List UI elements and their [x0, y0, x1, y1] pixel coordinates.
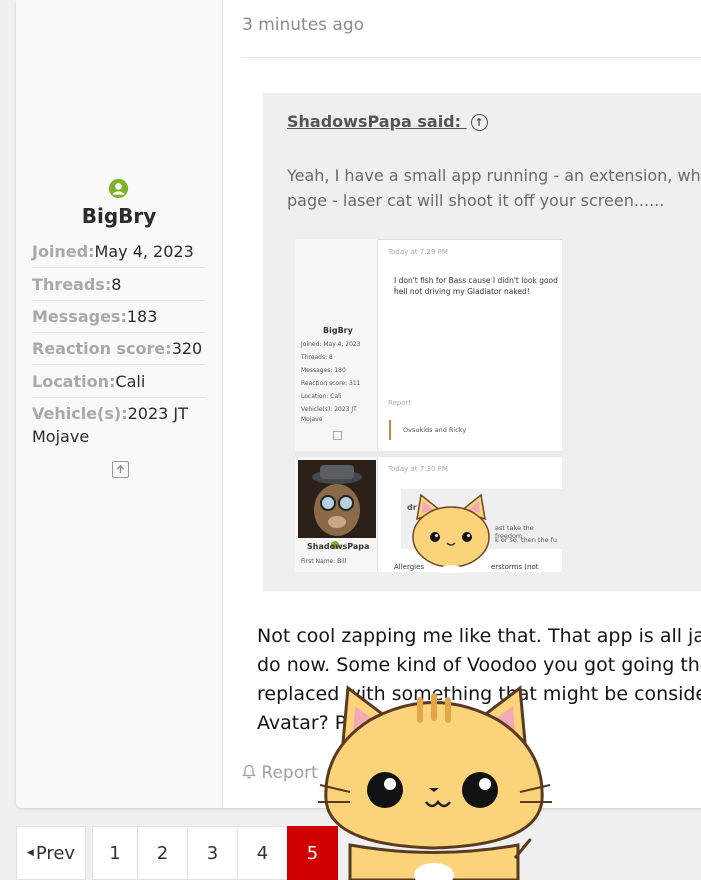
share-icon — [333, 431, 342, 440]
embed-msg: hell not driving my Gladiator naked! — [394, 287, 530, 296]
post-line: do now. Some kind of Voodoo you got goin… — [257, 654, 701, 676]
embed-username: ShadowsPapa — [307, 542, 370, 551]
post-line: Not cool zapping me like that. That app … — [257, 625, 701, 647]
stat-value: 320 — [171, 339, 203, 358]
stat-location: Location:Cali — [32, 370, 206, 398]
user-circle-icon — [108, 178, 129, 199]
bell-icon — [242, 764, 256, 779]
stat-label: Joined: — [32, 242, 95, 261]
prev-label: Prev — [35, 842, 76, 864]
embed-reactions: Ovsukids and Ricky — [389, 420, 562, 440]
stat-value: 8 — [111, 275, 122, 294]
avatar-image — [298, 460, 376, 538]
embed-time: Today at 7:30 PM — [388, 465, 448, 473]
caret-left-icon: ◀ — [26, 848, 34, 858]
quote-author-label: ShadowsPapa said: — [287, 112, 462, 131]
embed-time: Today at 7:29 PM — [388, 248, 448, 256]
stat-value: May 4, 2023 — [94, 242, 194, 261]
prev-button[interactable]: ◀ Prev — [16, 826, 86, 880]
divider — [241, 57, 701, 58]
embed-report: Report — [388, 399, 412, 407]
embed-username: BigBry — [323, 326, 353, 335]
page-button[interactable]: 2 — [137, 826, 188, 880]
quote-line: page - laser cat will shoot it off your … — [287, 191, 665, 210]
stat-messages: Messages:183 — [32, 305, 206, 333]
page-button[interactable]: 4 — [237, 826, 288, 880]
stat-label: Messages: — [32, 307, 127, 326]
embed-stat: Messages: 180 — [301, 367, 346, 374]
cat-sticker-small — [412, 493, 490, 573]
stat-threads: Threads:8 — [32, 273, 206, 301]
stat-label: Location: — [32, 372, 116, 391]
embed-text: erstorms (not predic — [491, 563, 539, 572]
page-button[interactable]: 1 — [92, 826, 138, 880]
arrow-up-circle-icon[interactable]: ↑ — [470, 114, 488, 131]
stat-vehicle: Vehicle(s):2023 JT Mojave — [32, 402, 206, 452]
embed-stat: Mojave — [301, 416, 323, 423]
embed-stat: Location: Cali — [301, 393, 342, 400]
stat-reaction-score: Reaction score:320 — [32, 337, 206, 365]
embed-stat: Reaction score: 311 — [301, 380, 361, 387]
embed-stat: First Name: Bill — [301, 558, 347, 565]
embed-text: k or so, then the fu — [495, 536, 558, 544]
embed-stat: Threads: 8 — [301, 354, 333, 361]
stat-value: Cali — [115, 372, 146, 391]
share-icon[interactable] — [112, 461, 129, 478]
quote-text: Yeah, I have a small app running - an ex… — [287, 163, 701, 213]
stat-label: Reaction score: — [32, 339, 172, 358]
cat-sticker-large — [318, 685, 552, 880]
quote-line: Yeah, I have a small app running - an ex… — [287, 166, 701, 185]
embed-stat: Joined: May 4, 2023 — [301, 341, 361, 348]
stat-label: Vehicle(s): — [32, 404, 128, 423]
report-link[interactable]: Report — [242, 763, 318, 783]
page-button[interactable]: 3 — [187, 826, 238, 880]
stat-value: 183 — [126, 307, 158, 326]
embed-stat: Vehicle(s): 2023 JT — [301, 406, 357, 413]
stat-joined: Joined:May 4, 2023 — [32, 240, 206, 268]
quote-author-link[interactable]: ShadowsPapa said: ↑ — [287, 112, 488, 131]
stat-label: Threads: — [32, 275, 112, 294]
post-timestamp[interactable]: 3 minutes ago — [242, 15, 364, 35]
username[interactable]: BigBry — [16, 204, 222, 228]
user-panel: BigBry Joined:May 4, 2023 Threads:8 Mess… — [16, 0, 223, 808]
